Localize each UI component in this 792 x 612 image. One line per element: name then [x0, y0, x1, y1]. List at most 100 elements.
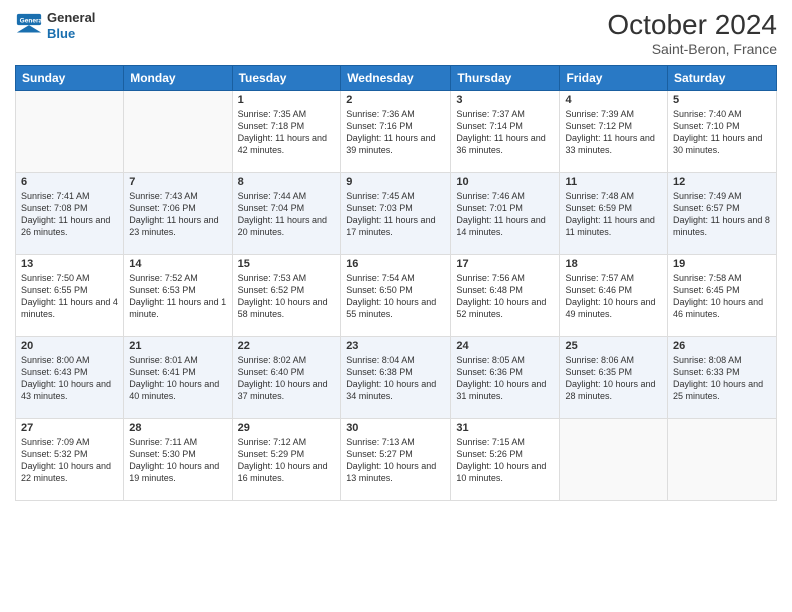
- day-info: Sunrise: 7:50 AMSunset: 6:55 PMDaylight:…: [21, 272, 118, 321]
- day-number: 20: [21, 340, 118, 352]
- calendar-cell: 21 Sunrise: 8:01 AMSunset: 6:41 PMDaylig…: [124, 336, 232, 418]
- calendar-cell: 27 Sunrise: 7:09 AMSunset: 5:32 PMDaylig…: [16, 418, 124, 500]
- calendar-cell: 28 Sunrise: 7:11 AMSunset: 5:30 PMDaylig…: [124, 418, 232, 500]
- calendar-cell: 12 Sunrise: 7:49 AMSunset: 6:57 PMDaylig…: [668, 172, 777, 254]
- header: General General Blue October 2024 Saint-…: [15, 10, 777, 57]
- calendar-cell: [16, 90, 124, 172]
- calendar-cell: 15 Sunrise: 7:53 AMSunset: 6:52 PMDaylig…: [232, 254, 341, 336]
- calendar-cell: 10 Sunrise: 7:46 AMSunset: 7:01 PMDaylig…: [451, 172, 560, 254]
- day-number: 31: [456, 422, 554, 434]
- location: Saint-Beron, France: [607, 41, 777, 57]
- day-info: Sunrise: 7:13 AMSunset: 5:27 PMDaylight:…: [346, 436, 445, 485]
- calendar-cell: 6 Sunrise: 7:41 AMSunset: 7:08 PMDayligh…: [16, 172, 124, 254]
- week-row-4: 20 Sunrise: 8:00 AMSunset: 6:43 PMDaylig…: [16, 336, 777, 418]
- day-info: Sunrise: 7:40 AMSunset: 7:10 PMDaylight:…: [673, 108, 771, 157]
- calendar-cell: 13 Sunrise: 7:50 AMSunset: 6:55 PMDaylig…: [16, 254, 124, 336]
- week-row-2: 6 Sunrise: 7:41 AMSunset: 7:08 PMDayligh…: [16, 172, 777, 254]
- day-number: 19: [673, 258, 771, 270]
- calendar-cell: 17 Sunrise: 7:56 AMSunset: 6:48 PMDaylig…: [451, 254, 560, 336]
- calendar-cell: 3 Sunrise: 7:37 AMSunset: 7:14 PMDayligh…: [451, 90, 560, 172]
- calendar-cell: 30 Sunrise: 7:13 AMSunset: 5:27 PMDaylig…: [341, 418, 451, 500]
- day-info: Sunrise: 7:45 AMSunset: 7:03 PMDaylight:…: [346, 190, 445, 239]
- day-info: Sunrise: 7:46 AMSunset: 7:01 PMDaylight:…: [456, 190, 554, 239]
- day-info: Sunrise: 7:56 AMSunset: 6:48 PMDaylight:…: [456, 272, 554, 321]
- calendar-cell: 7 Sunrise: 7:43 AMSunset: 7:06 PMDayligh…: [124, 172, 232, 254]
- calendar-cell: 4 Sunrise: 7:39 AMSunset: 7:12 PMDayligh…: [560, 90, 668, 172]
- day-number: 14: [129, 258, 226, 270]
- day-number: 2: [346, 94, 445, 106]
- calendar-cell: 5 Sunrise: 7:40 AMSunset: 7:10 PMDayligh…: [668, 90, 777, 172]
- logo-general: General: [47, 10, 95, 26]
- week-row-1: 1 Sunrise: 7:35 AMSunset: 7:18 PMDayligh…: [16, 90, 777, 172]
- day-number: 29: [238, 422, 336, 434]
- day-number: 24: [456, 340, 554, 352]
- logo-text: General Blue: [47, 10, 95, 41]
- day-number: 3: [456, 94, 554, 106]
- svg-text:General: General: [20, 17, 43, 24]
- day-number: 4: [565, 94, 662, 106]
- day-info: Sunrise: 7:44 AMSunset: 7:04 PMDaylight:…: [238, 190, 336, 239]
- day-number: 5: [673, 94, 771, 106]
- day-number: 10: [456, 176, 554, 188]
- calendar-cell: [560, 418, 668, 500]
- week-row-5: 27 Sunrise: 7:09 AMSunset: 5:32 PMDaylig…: [16, 418, 777, 500]
- header-thursday: Thursday: [451, 65, 560, 90]
- day-number: 27: [21, 422, 118, 434]
- day-info: Sunrise: 7:09 AMSunset: 5:32 PMDaylight:…: [21, 436, 118, 485]
- header-saturday: Saturday: [668, 65, 777, 90]
- day-number: 30: [346, 422, 445, 434]
- day-info: Sunrise: 7:36 AMSunset: 7:16 PMDaylight:…: [346, 108, 445, 157]
- calendar-cell: 23 Sunrise: 8:04 AMSunset: 6:38 PMDaylig…: [341, 336, 451, 418]
- calendar-cell: [668, 418, 777, 500]
- header-wednesday: Wednesday: [341, 65, 451, 90]
- day-info: Sunrise: 8:02 AMSunset: 6:40 PMDaylight:…: [238, 354, 336, 403]
- month-title: October 2024: [607, 10, 777, 41]
- day-info: Sunrise: 8:04 AMSunset: 6:38 PMDaylight:…: [346, 354, 445, 403]
- day-number: 13: [21, 258, 118, 270]
- calendar-table: Sunday Monday Tuesday Wednesday Thursday…: [15, 65, 777, 501]
- calendar-cell: 31 Sunrise: 7:15 AMSunset: 5:26 PMDaylig…: [451, 418, 560, 500]
- calendar-cell: 11 Sunrise: 7:48 AMSunset: 6:59 PMDaylig…: [560, 172, 668, 254]
- day-number: 26: [673, 340, 771, 352]
- day-info: Sunrise: 7:53 AMSunset: 6:52 PMDaylight:…: [238, 272, 336, 321]
- day-number: 25: [565, 340, 662, 352]
- calendar-cell: 22 Sunrise: 8:02 AMSunset: 6:40 PMDaylig…: [232, 336, 341, 418]
- day-number: 9: [346, 176, 445, 188]
- header-monday: Monday: [124, 65, 232, 90]
- day-info: Sunrise: 7:35 AMSunset: 7:18 PMDaylight:…: [238, 108, 336, 157]
- calendar-cell: 24 Sunrise: 8:05 AMSunset: 6:36 PMDaylig…: [451, 336, 560, 418]
- day-info: Sunrise: 8:01 AMSunset: 6:41 PMDaylight:…: [129, 354, 226, 403]
- day-number: 7: [129, 176, 226, 188]
- day-number: 22: [238, 340, 336, 352]
- header-sunday: Sunday: [16, 65, 124, 90]
- title-section: October 2024 Saint-Beron, France: [607, 10, 777, 57]
- day-number: 21: [129, 340, 226, 352]
- day-number: 15: [238, 258, 336, 270]
- day-number: 12: [673, 176, 771, 188]
- day-info: Sunrise: 7:37 AMSunset: 7:14 PMDaylight:…: [456, 108, 554, 157]
- day-info: Sunrise: 8:08 AMSunset: 6:33 PMDaylight:…: [673, 354, 771, 403]
- calendar-cell: 1 Sunrise: 7:35 AMSunset: 7:18 PMDayligh…: [232, 90, 341, 172]
- calendar-cell: 16 Sunrise: 7:54 AMSunset: 6:50 PMDaylig…: [341, 254, 451, 336]
- day-info: Sunrise: 7:54 AMSunset: 6:50 PMDaylight:…: [346, 272, 445, 321]
- header-friday: Friday: [560, 65, 668, 90]
- day-number: 16: [346, 258, 445, 270]
- calendar-cell: 9 Sunrise: 7:45 AMSunset: 7:03 PMDayligh…: [341, 172, 451, 254]
- week-row-3: 13 Sunrise: 7:50 AMSunset: 6:55 PMDaylig…: [16, 254, 777, 336]
- day-info: Sunrise: 7:48 AMSunset: 6:59 PMDaylight:…: [565, 190, 662, 239]
- calendar-cell: 19 Sunrise: 7:58 AMSunset: 6:45 PMDaylig…: [668, 254, 777, 336]
- calendar-cell: 14 Sunrise: 7:52 AMSunset: 6:53 PMDaylig…: [124, 254, 232, 336]
- day-number: 23: [346, 340, 445, 352]
- day-info: Sunrise: 7:43 AMSunset: 7:06 PMDaylight:…: [129, 190, 226, 239]
- page: General General Blue October 2024 Saint-…: [0, 0, 792, 612]
- day-info: Sunrise: 7:52 AMSunset: 6:53 PMDaylight:…: [129, 272, 226, 321]
- day-info: Sunrise: 8:00 AMSunset: 6:43 PMDaylight:…: [21, 354, 118, 403]
- day-number: 6: [21, 176, 118, 188]
- day-number: 1: [238, 94, 336, 106]
- day-info: Sunrise: 7:11 AMSunset: 5:30 PMDaylight:…: [129, 436, 226, 485]
- calendar-cell: 2 Sunrise: 7:36 AMSunset: 7:16 PMDayligh…: [341, 90, 451, 172]
- calendar-header-row: Sunday Monday Tuesday Wednesday Thursday…: [16, 65, 777, 90]
- day-number: 18: [565, 258, 662, 270]
- calendar-cell: 26 Sunrise: 8:08 AMSunset: 6:33 PMDaylig…: [668, 336, 777, 418]
- logo-blue: Blue: [47, 26, 95, 42]
